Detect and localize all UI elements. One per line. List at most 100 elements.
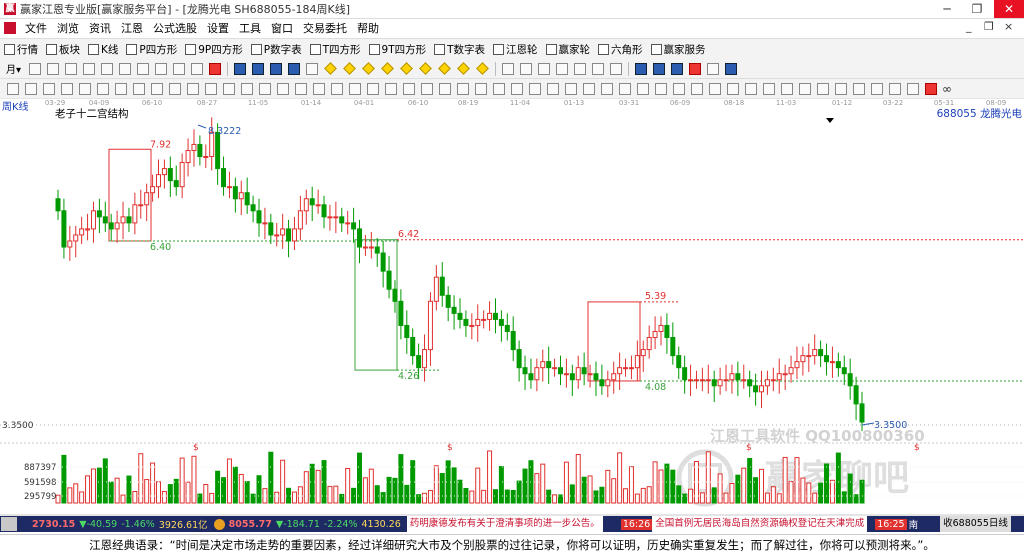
toolbar-button[interactable]: P四方形 [122,42,181,57]
dropdown-arrow-icon[interactable] [826,118,834,123]
chart-panel[interactable]: 江恩工具软件 QQ100800360 赢家聊吧 03-2904-0906-100… [0,97,1024,516]
tool-icon[interactable] [241,82,253,95]
tool-icon[interactable] [655,82,667,95]
tool-icon[interactable] [191,62,203,75]
tool-icon[interactable] [538,62,550,75]
tool-icon[interactable] [61,82,73,95]
tool-icon[interactable] [745,82,757,95]
toolbar-button[interactable]: 六角形 [594,42,647,57]
tool-icon[interactable] [403,82,415,95]
tool-icon[interactable] [511,82,523,95]
tool-icon[interactable] [151,82,163,95]
tool-icon[interactable] [313,82,325,95]
tool-icon[interactable] [835,82,847,95]
tool-icon[interactable] [556,62,568,75]
tool-icon[interactable] [565,82,577,95]
tool-icon[interactable] [137,62,149,75]
tool-icon[interactable] [83,62,95,75]
toolbar-button[interactable]: 9P四方形 [181,42,247,57]
tool-icon[interactable] [725,62,737,75]
tool-icon[interactable] [101,62,113,75]
tool-icon[interactable] [574,62,586,75]
tool-icon[interactable] [727,82,739,95]
tool-icon[interactable] [223,82,235,95]
tool-icon[interactable] [47,62,59,75]
menu-item[interactable]: 交易委托 [298,20,352,36]
infinity-icon[interactable]: ∞ [942,82,952,96]
minimize-button[interactable]: ─ [932,0,962,18]
hand-icon[interactable] [502,62,514,75]
diamond-icon[interactable] [324,62,337,75]
tool-icon[interactable] [119,62,131,75]
toolbar-button[interactable]: T四方形 [306,42,365,57]
mdi-close-button[interactable]: × [1004,20,1013,33]
tool-icon[interactable] [457,82,469,95]
crosshair-icon[interactable] [520,62,532,75]
tool-icon[interactable] [421,82,433,95]
close-button[interactable]: ✕ [994,0,1024,18]
last-page-icon[interactable] [288,62,300,75]
tool-icon[interactable] [133,82,145,95]
diamond-icon[interactable] [438,62,451,75]
diamond-icon[interactable] [381,62,394,75]
menu-item[interactable]: 工具 [234,20,266,36]
tool-icon[interactable] [619,82,631,95]
menu-item[interactable]: 设置 [202,20,234,36]
tool-icon[interactable] [673,82,685,95]
toolbar-button[interactable]: T数字表 [430,42,489,57]
mdi-restore-button[interactable]: ❐ [984,20,994,33]
tool-icon[interactable] [592,62,604,75]
tool-icon[interactable] [547,82,559,95]
news-ticker[interactable]: 全国首例无居民海岛自然资源确权登记在天津完成 [652,516,868,532]
toolbar-button[interactable]: 赢家轮 [542,42,595,57]
tool-icon[interactable] [25,82,37,95]
tool-icon[interactable] [853,82,865,95]
tool-icon[interactable] [43,82,55,95]
tool-icon[interactable] [295,82,307,95]
tool-icon[interactable] [475,82,487,95]
tool-icon[interactable] [277,82,289,95]
prev-icon[interactable] [252,62,264,75]
tool-icon[interactable] [7,82,19,95]
menu-item[interactable]: 公式选股 [148,20,202,36]
tool-icon[interactable] [349,82,361,95]
toolbar-button[interactable]: 板块 [42,42,84,57]
tool-icon[interactable] [79,82,91,95]
period-selector-icon[interactable]: 月▾ [6,61,21,76]
tool-icon[interactable] [781,82,793,95]
toolbar-button[interactable]: 赢家服务 [647,42,710,57]
tool-icon[interactable] [871,82,883,95]
toolbar-button[interactable]: 行情 [0,42,42,57]
diamond-icon[interactable] [362,62,375,75]
tool-icon[interactable] [97,82,109,95]
tool-icon[interactable] [709,82,721,95]
tool-icon[interactable] [306,62,318,75]
tool-icon[interactable] [173,62,185,75]
tool-icon[interactable] [385,82,397,95]
tool-icon[interactable] [493,82,505,95]
diamond-icon[interactable] [400,62,413,75]
tool-icon[interactable] [817,82,829,95]
tool-icon[interactable] [115,82,127,95]
tool-icon[interactable] [691,82,703,95]
diamond-icon[interactable] [343,62,356,75]
menu-item[interactable]: 江恩 [116,20,148,36]
diamond-icon[interactable] [419,62,432,75]
menu-item[interactable]: 资讯 [84,20,116,36]
tool-icon[interactable] [529,82,541,95]
tool-icon[interactable] [439,82,451,95]
tool-icon[interactable] [367,82,379,95]
menu-item[interactable]: 窗口 [266,20,298,36]
toolbar-button[interactable]: 9T四方形 [365,42,431,57]
flag-icon[interactable] [209,62,221,75]
mdi-minimize-button[interactable]: _ [966,20,972,33]
table-icon[interactable] [635,62,647,75]
kline-chart[interactable]: 江恩工具软件 QQ100800360 赢家聊吧 03-2904-0906-100… [0,97,1024,516]
save-icon[interactable] [653,62,665,75]
book-icon[interactable] [671,62,683,75]
tool-icon[interactable] [763,82,775,95]
tool-icon[interactable] [259,82,271,95]
tool-icon[interactable] [601,82,613,95]
next-icon[interactable] [270,62,282,75]
toolbar-button[interactable]: K线 [84,42,122,57]
